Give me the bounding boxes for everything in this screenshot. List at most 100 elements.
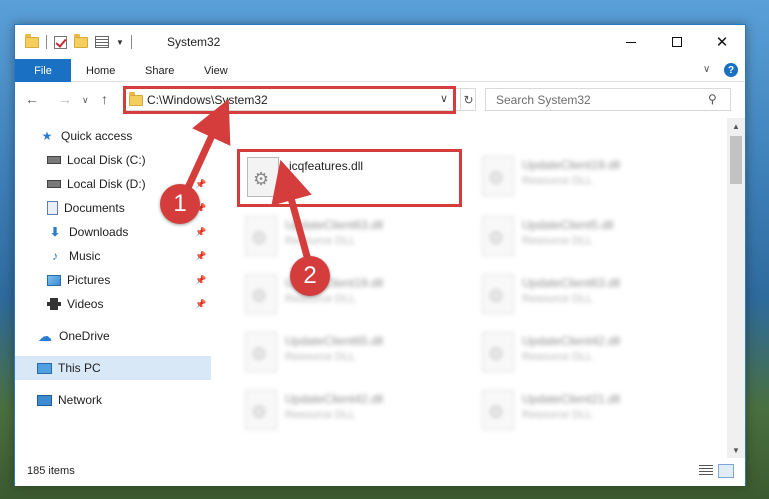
sidebar-item-label: Videos xyxy=(67,297,104,311)
back-arrow-icon[interactable]: ← xyxy=(25,91,39,107)
tab-share[interactable]: Share xyxy=(145,59,174,82)
details-view-icon[interactable] xyxy=(699,465,713,477)
search-input[interactable]: Search System32 xyxy=(496,93,591,107)
pin-icon: 📌 xyxy=(195,226,207,237)
dll-gear-icon xyxy=(482,274,514,314)
up-arrow-icon[interactable]: ↑ xyxy=(101,91,108,107)
sidebar-item-onedrive[interactable]: ☁ OneDrive xyxy=(15,324,211,348)
file-type: Resource DLL xyxy=(285,235,356,247)
step-1-badge: 1 xyxy=(160,184,200,224)
list-item[interactable]: UpdateClient5.dll Resource DLL xyxy=(474,210,699,268)
dll-gear-icon xyxy=(482,156,514,196)
status-bar: 185 items xyxy=(15,458,745,486)
sidebar-item-this-pc[interactable]: This PC xyxy=(15,356,211,380)
list-item[interactable]: UpdateClient42.dll Resource DLL xyxy=(237,384,462,442)
sidebar-item-pictures[interactable]: Pictures 📌 xyxy=(15,268,211,292)
item-count: 185 items xyxy=(27,465,75,477)
file-type: Resource DLL xyxy=(522,175,593,187)
file-list: icqfeatures.dll UpdateClient63.dll Resou… xyxy=(211,118,727,458)
music-icon: ♪ xyxy=(52,249,58,263)
list-item[interactable]: UpdateClient21.dll Resource DLL xyxy=(474,384,699,442)
navigation-pane: ★ Quick access Local Disk (C:) Local Dis… xyxy=(15,118,211,458)
search-icon[interactable]: ⚲ xyxy=(708,92,717,106)
list-item[interactable]: UpdateClient63.dll Resource DLL xyxy=(237,210,462,268)
dll-gear-icon xyxy=(245,216,277,256)
scroll-down-icon[interactable]: ▼ xyxy=(727,442,745,458)
vertical-scrollbar[interactable]: ▲ ▼ xyxy=(727,118,745,458)
navigation-bar: ← → ∨ ↑ C:\Windows\System32 ∨ ↻ Search S… xyxy=(15,82,745,118)
file-type: Resource DLL xyxy=(522,409,593,421)
dll-gear-icon xyxy=(245,390,277,430)
sidebar-item-label: Pictures xyxy=(67,273,111,287)
sidebar-item-label: Documents xyxy=(64,201,125,215)
title-bar: ▼ System32 ✕ xyxy=(15,25,745,59)
search-box[interactable]: Search System32 ⚲ xyxy=(485,88,731,111)
new-folder-icon[interactable] xyxy=(74,33,88,48)
dll-gear-icon xyxy=(245,274,277,314)
network-icon xyxy=(37,394,52,406)
sidebar-item-quick-access[interactable]: ★ Quick access xyxy=(15,124,211,148)
list-item[interactable]: UpdateClient19.dll Resource DLL xyxy=(237,268,462,326)
sidebar-item-label: OneDrive xyxy=(59,329,110,343)
properties-check-icon[interactable] xyxy=(54,35,67,49)
sidebar-item-label: Downloads xyxy=(69,225,129,239)
sidebar-item-label: Local Disk (D:) xyxy=(67,177,146,191)
disk-icon xyxy=(47,156,61,164)
properties-icon[interactable] xyxy=(95,36,109,48)
help-icon[interactable]: ? xyxy=(724,63,738,77)
file-name: UpdateClient42.dll xyxy=(285,392,384,406)
divider xyxy=(130,35,132,49)
documents-icon xyxy=(47,201,58,215)
customize-toolbar-chevron-icon[interactable]: ▼ xyxy=(116,38,124,47)
tab-view[interactable]: View xyxy=(204,59,228,82)
dll-gear-icon xyxy=(482,332,514,372)
file-type: Resource DLL xyxy=(285,351,356,363)
sidebar-item-local-disk-c[interactable]: Local Disk (C:) xyxy=(15,148,211,172)
list-item[interactable]: UpdateClient42.dll Resource DLL xyxy=(474,326,699,384)
refresh-icon[interactable]: ↻ xyxy=(460,89,476,110)
large-icons-view-icon[interactable] xyxy=(718,464,734,478)
minimize-icon xyxy=(626,41,636,43)
forward-arrow-icon[interactable]: → xyxy=(58,91,72,107)
download-icon: ⬇ xyxy=(49,225,61,239)
sidebar-item-network[interactable]: Network xyxy=(15,388,211,412)
list-item[interactable]: UpdateClient63.dll Resource DLL xyxy=(474,268,699,326)
ribbon-tabs: File Home Share View ∨ ? xyxy=(15,59,745,82)
explorer-window: ▼ System32 ✕ File Home Share View ∨ ? ← … xyxy=(14,24,746,486)
scrollbar-thumb[interactable] xyxy=(730,136,742,184)
dll-gear-icon xyxy=(482,216,514,256)
pin-icon: 📌 xyxy=(195,274,207,285)
videos-icon xyxy=(47,298,61,310)
file-type: Resource DLL xyxy=(522,293,593,305)
file-type: Resource DLL xyxy=(285,409,356,421)
file-name: UpdateClient21.dll xyxy=(522,392,621,406)
sidebar-item-label: Music xyxy=(69,249,101,263)
divider xyxy=(46,35,47,49)
tab-file[interactable]: File xyxy=(15,59,71,82)
list-item[interactable]: UpdateClient19.dll Resource DLL xyxy=(474,150,699,208)
sidebar-item-music[interactable]: ♪ Music 📌 xyxy=(15,244,211,268)
scroll-up-icon[interactable]: ▲ xyxy=(727,118,745,134)
list-item[interactable]: UpdateClient65.dll Resource DLL xyxy=(237,326,462,384)
sidebar-item-label: Quick access xyxy=(61,129,133,143)
sidebar-item-label: This PC xyxy=(58,361,101,375)
tab-home[interactable]: Home xyxy=(86,59,115,82)
disk-icon xyxy=(47,180,61,188)
recent-locations-chevron-icon[interactable]: ∨ xyxy=(82,95,89,106)
sidebar-item-label: Local Disk (C:) xyxy=(67,153,146,167)
cloud-icon: ☁ xyxy=(38,327,52,344)
minimize-button[interactable] xyxy=(608,25,654,59)
close-button[interactable]: ✕ xyxy=(699,25,745,59)
step-2-badge: 2 xyxy=(290,256,330,296)
maximize-button[interactable] xyxy=(654,25,700,59)
file-name: UpdateClient42.dll xyxy=(522,334,621,348)
file-name: UpdateClient19.dll xyxy=(522,158,621,172)
dll-gear-icon xyxy=(482,390,514,430)
expand-ribbon-chevron-icon[interactable]: ∨ xyxy=(703,64,710,75)
file-name: UpdateClient65.dll xyxy=(285,334,384,348)
sidebar-item-videos[interactable]: Videos 📌 xyxy=(15,292,211,316)
pin-icon: 📌 xyxy=(195,178,207,189)
file-name: UpdateClient5.dll xyxy=(522,218,614,232)
folder-icon xyxy=(25,33,39,48)
maximize-icon xyxy=(672,37,682,47)
